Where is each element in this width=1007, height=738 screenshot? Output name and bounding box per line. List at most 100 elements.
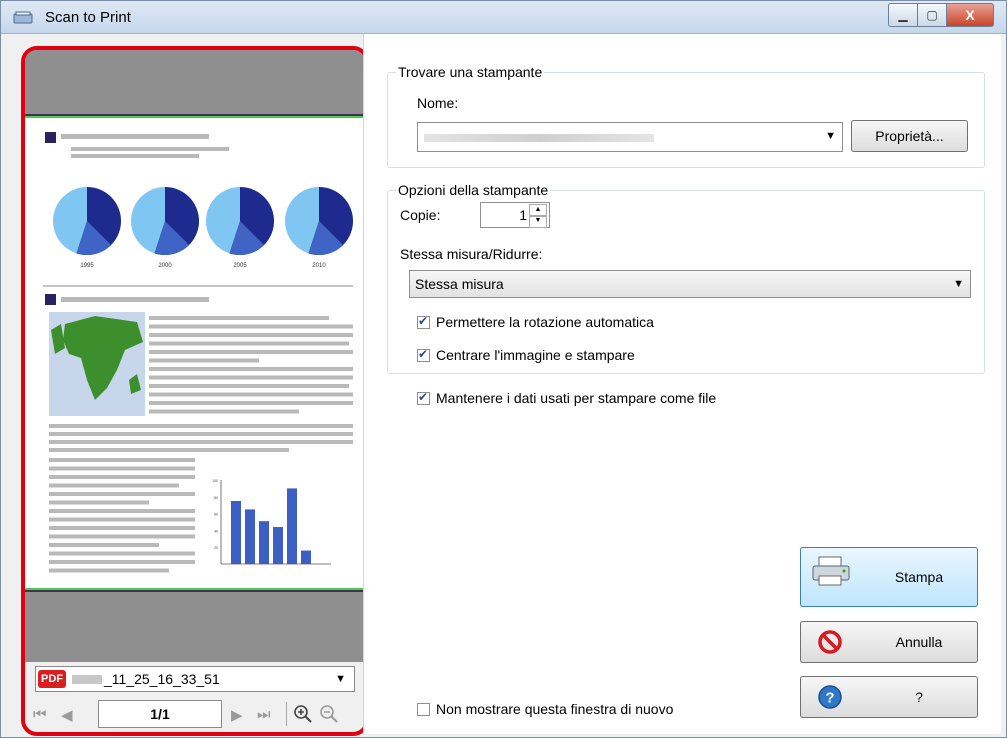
keep-data-checkbox[interactable]: Mantenere i dati usati per stampare come… bbox=[417, 390, 716, 406]
printer-group-legend: Trovare una stampante bbox=[398, 64, 543, 80]
pie-label-1995: 1995 bbox=[80, 263, 94, 269]
text-line bbox=[49, 458, 195, 462]
window-title: Scan to Print bbox=[45, 9, 131, 26]
text-line bbox=[149, 324, 353, 329]
text-line bbox=[149, 316, 329, 320]
text-line bbox=[49, 509, 195, 513]
preview-area[interactable]: 1995 2000 2005 2010 100 80 60 40 20 bbox=[25, 50, 365, 662]
options-group-legend: Opzioni della stampante bbox=[398, 182, 549, 198]
help-label: ? bbox=[915, 689, 923, 705]
printer-name-label: Nome: bbox=[417, 95, 459, 111]
text-line bbox=[49, 551, 195, 556]
text-line bbox=[49, 560, 195, 564]
app-window: Scan to Print ▁ ▢ X 1995 2000 2005 2010 … bbox=[0, 0, 1007, 738]
maximize-button[interactable]: ▢ bbox=[918, 3, 947, 27]
keep-data-label: Mantenere i dati usati per stampare come… bbox=[436, 390, 717, 406]
svg-text:?: ? bbox=[825, 690, 834, 707]
text-line bbox=[49, 466, 195, 471]
close-icon: X bbox=[965, 7, 975, 23]
maximize-icon: ▢ bbox=[926, 8, 938, 22]
cancel-icon bbox=[818, 630, 842, 654]
text-line bbox=[149, 392, 353, 397]
dont-show-checkbox[interactable]: Non mostrare questa finestra di nuovo bbox=[417, 701, 673, 717]
redacted-filename-prefix bbox=[72, 675, 102, 684]
redacted-printer-name bbox=[424, 134, 654, 142]
file-name: _11_25_16_33_51 bbox=[104, 671, 220, 687]
printer-name-dropdown[interactable]: ▼ bbox=[417, 122, 843, 152]
text-line bbox=[49, 492, 195, 496]
close-button[interactable]: X bbox=[947, 3, 994, 27]
dont-show-label: Non mostrare questa finestra di nuovo bbox=[436, 701, 674, 717]
minimize-button[interactable]: ▁ bbox=[888, 3, 918, 27]
text-line bbox=[49, 424, 353, 428]
text-line bbox=[49, 440, 353, 444]
zoom-in-icon[interactable] bbox=[293, 704, 313, 724]
pie-label-2010: 2010 bbox=[312, 263, 326, 269]
help-button[interactable]: ? ? bbox=[800, 676, 978, 718]
previous-page-icon[interactable]: ◀ bbox=[61, 706, 73, 724]
text-line bbox=[149, 358, 259, 363]
chart-bar bbox=[231, 501, 241, 564]
chart-bar bbox=[245, 509, 255, 564]
chart-tick-label: 20 bbox=[214, 546, 218, 550]
size-dropdown[interactable]: Stessa misura ▼ bbox=[409, 270, 971, 298]
properties-button[interactable]: Proprietà... bbox=[851, 120, 968, 152]
text-line bbox=[49, 448, 289, 452]
print-button[interactable]: Stampa bbox=[800, 547, 978, 607]
text-line bbox=[49, 568, 169, 573]
dont-show-check[interactable] bbox=[417, 702, 430, 716]
chart-tick-label: 40 bbox=[214, 529, 218, 533]
chart-bar bbox=[259, 521, 269, 564]
scanner-app-icon bbox=[13, 11, 33, 24]
text-line bbox=[149, 375, 353, 380]
print-label: Stampa bbox=[894, 569, 944, 585]
preview-pane: 1995 2000 2005 2010 100 80 60 40 20 PDF … bbox=[21, 46, 369, 736]
auto-rotate-label: Permettere la rotazione automatica bbox=[436, 314, 654, 330]
text-line bbox=[49, 475, 195, 479]
printer-group: Trovare una stampante bbox=[387, 64, 985, 168]
copies-value: 1 bbox=[519, 207, 527, 223]
help-icon: ? bbox=[818, 685, 842, 709]
pdf-icon: PDF bbox=[38, 670, 66, 688]
minimize-icon: ▁ bbox=[898, 8, 908, 22]
size-label: Stessa misura/Ridurre: bbox=[400, 246, 543, 262]
auto-rotate-check[interactable] bbox=[417, 314, 430, 329]
text-line bbox=[49, 517, 195, 522]
center-image-checkbox[interactable]: Centrare l'immagine e stampare bbox=[417, 347, 635, 363]
text-line bbox=[149, 341, 349, 346]
text-line bbox=[149, 367, 353, 371]
text-line bbox=[149, 409, 299, 414]
text-line bbox=[49, 526, 195, 530]
page-navigation: ⏮ ◀ 1/1 ▶ ⏭ bbox=[25, 696, 365, 732]
last-page-icon[interactable]: ⏭ bbox=[257, 706, 271, 723]
chart-bar bbox=[301, 550, 311, 564]
center-image-label: Centrare l'immagine e stampare bbox=[436, 347, 635, 363]
page-number-field[interactable]: 1/1 bbox=[98, 700, 222, 728]
cancel-button[interactable]: Annulla bbox=[800, 621, 978, 663]
text-line bbox=[49, 500, 149, 505]
spin-down-icon[interactable]: ▼ bbox=[529, 215, 547, 228]
size-value: Stessa misura bbox=[415, 276, 504, 292]
printer-icon bbox=[812, 556, 850, 586]
dialog-client: 1995 2000 2005 2010 100 80 60 40 20 PDF … bbox=[9, 34, 1001, 736]
chart-tick-label: 80 bbox=[214, 496, 218, 500]
text-line bbox=[149, 384, 349, 388]
chart-bar bbox=[287, 488, 297, 564]
copies-stepper[interactable]: 1 ▲ ▼ bbox=[480, 202, 550, 228]
auto-rotate-checkbox[interactable]: Permettere la rotazione automatica bbox=[417, 314, 654, 330]
chevron-down-icon: ▼ bbox=[953, 278, 964, 290]
file-selector[interactable]: PDF _11_25_16_33_51 ▼ bbox=[35, 666, 355, 692]
keep-data-check[interactable] bbox=[417, 390, 430, 405]
first-page-icon[interactable]: ⏮ bbox=[33, 706, 47, 723]
zoom-out-icon[interactable] bbox=[319, 704, 339, 724]
next-page-icon[interactable]: ▶ bbox=[231, 706, 243, 724]
center-image-check[interactable] bbox=[417, 347, 430, 362]
chevron-down-icon: ▼ bbox=[335, 673, 346, 685]
chart-tick-label: 100 bbox=[212, 479, 218, 483]
text-line bbox=[49, 432, 353, 436]
cancel-label: Annulla bbox=[895, 634, 943, 650]
text-line bbox=[49, 543, 159, 547]
page-indicator: 1/1 bbox=[150, 706, 170, 722]
title-bar[interactable]: Scan to Print ▁ ▢ X bbox=[1, 1, 1006, 34]
preview-page: 1995 2000 2005 2010 100 80 60 40 20 bbox=[25, 116, 365, 590]
